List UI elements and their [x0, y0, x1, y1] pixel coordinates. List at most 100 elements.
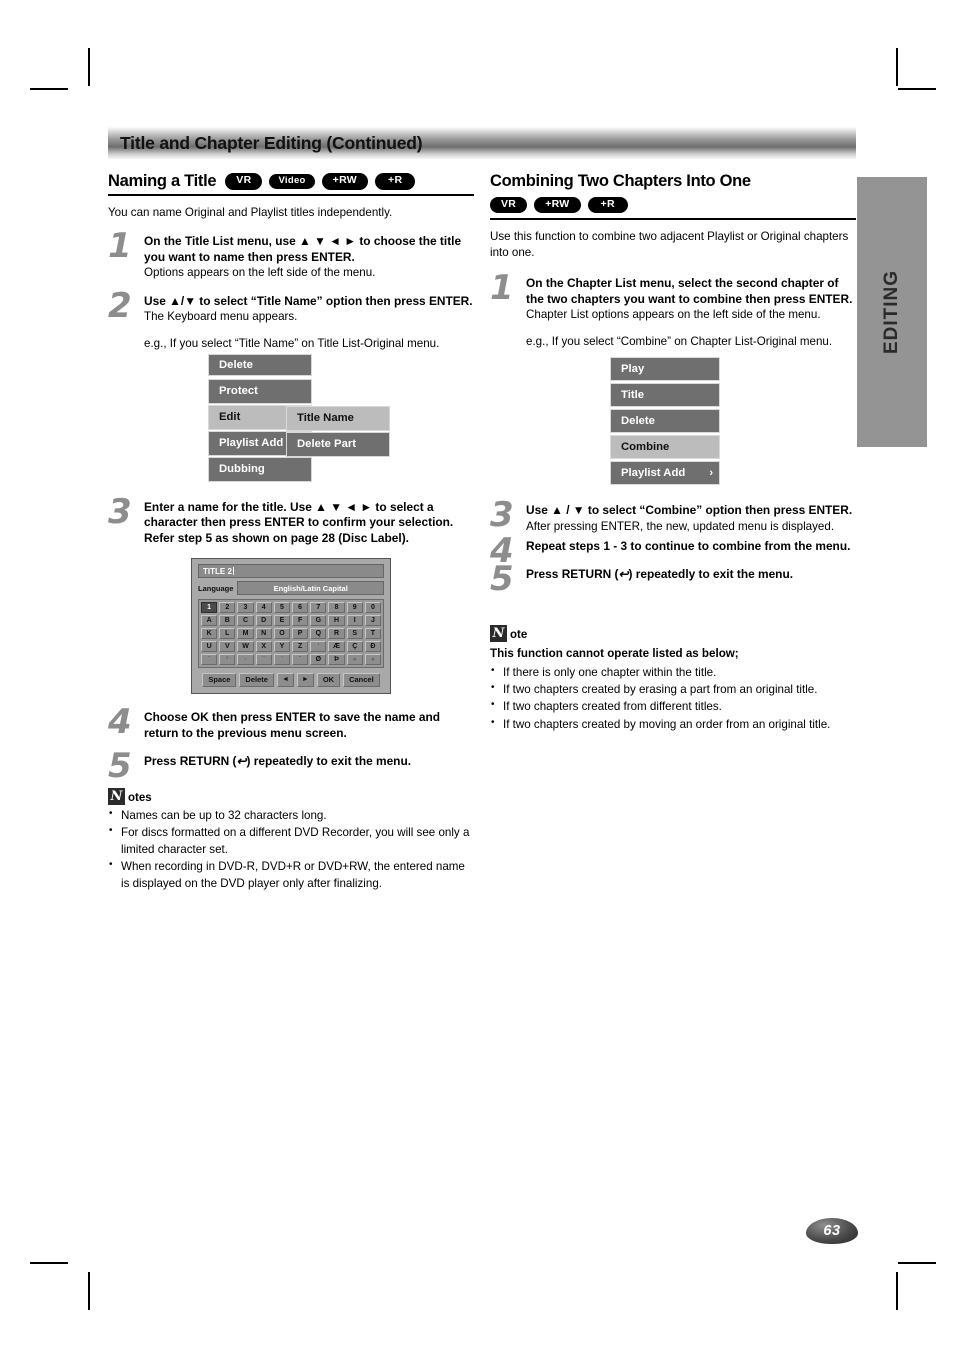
- key-e[interactable]: E: [273, 615, 291, 627]
- key-eth[interactable]: Ð: [364, 641, 382, 653]
- key-diaeresis-accent[interactable]: ¨: [273, 654, 291, 666]
- right-step-1: 1 On the Chapter List menu, select the s…: [490, 271, 856, 349]
- key-o-slash[interactable]: Ø: [310, 654, 327, 666]
- key-x[interactable]: X: [255, 641, 272, 653]
- key-caron-accent[interactable]: ˇ: [292, 654, 309, 666]
- key-guillemet-left[interactable]: «: [346, 654, 363, 666]
- note-badge-icon: N: [108, 787, 125, 805]
- text-caret-icon: [232, 566, 235, 575]
- menu-item-playlist-add-label: Playlist Add: [621, 467, 686, 480]
- crop-mark-top-right-v: [896, 48, 898, 86]
- submenu-item-delete-part[interactable]: Delete Part: [286, 431, 390, 457]
- keyboard-left-arrow-icon[interactable]: ◄: [276, 673, 294, 688]
- key-y[interactable]: Y: [273, 641, 291, 653]
- key-c[interactable]: C: [237, 615, 254, 627]
- crop-mark-top-left-v: [88, 48, 90, 86]
- menu-item-protect[interactable]: Protect: [208, 378, 312, 404]
- key-p[interactable]: P: [292, 628, 309, 640]
- submenu-item-title-name[interactable]: Title Name: [286, 405, 390, 431]
- key-3[interactable]: 3: [237, 602, 254, 614]
- key-l[interactable]: L: [219, 628, 236, 640]
- right-step-5-instruction: Press RETURN (↩) repeatedly to exit the …: [526, 567, 856, 583]
- key-t[interactable]: T: [364, 628, 382, 640]
- key-2[interactable]: 2: [219, 602, 236, 614]
- menu-item-delete[interactable]: Delete: [208, 353, 312, 376]
- menu-item-play[interactable]: Play: [610, 357, 720, 382]
- keyboard-delete-button[interactable]: Delete: [239, 673, 274, 688]
- menu-item-playlist-add[interactable]: Playlist Add ›: [610, 461, 720, 486]
- key-f[interactable]: F: [292, 615, 309, 627]
- left-notes-header: N otes: [108, 787, 474, 805]
- return-icon: ↩: [236, 754, 247, 769]
- right-step-1-detail: Chapter List options appears on the left…: [526, 308, 821, 322]
- key-thorn[interactable]: Þ: [328, 654, 345, 666]
- key-apostrophe[interactable]: ’: [310, 641, 327, 653]
- keyboard-cancel-button[interactable]: Cancel: [343, 673, 380, 688]
- key-d[interactable]: D: [255, 615, 272, 627]
- key-o[interactable]: O: [273, 628, 291, 640]
- key-guillemet-right[interactable]: »: [364, 654, 382, 666]
- keyboard-row-5: ´ ° · ¯ ¨ ˇ Ø Þ « »: [201, 654, 382, 666]
- key-h[interactable]: H: [328, 615, 345, 627]
- key-v[interactable]: V: [219, 641, 236, 653]
- right-step-5-pre: Press RETURN (: [526, 567, 619, 582]
- key-n[interactable]: N: [255, 628, 272, 640]
- keyboard-title-field[interactable]: TITLE 2: [198, 564, 384, 579]
- key-k[interactable]: K: [201, 628, 218, 640]
- key-c-cedilla[interactable]: Ç: [346, 641, 363, 653]
- keyboard-language-value[interactable]: English/Latin Capital: [237, 581, 384, 596]
- list-item: If two chapters created by erasing a par…: [490, 681, 856, 698]
- key-5[interactable]: 5: [273, 602, 291, 614]
- key-b[interactable]: B: [219, 615, 236, 627]
- key-z[interactable]: Z: [292, 641, 309, 653]
- chapter-list-options-menu-illustration: Play Title Delete Combine Playlist Add ›: [490, 357, 856, 493]
- key-g[interactable]: G: [310, 615, 327, 627]
- badge-plus-r: +R: [375, 173, 416, 190]
- keyboard-right-arrow-icon[interactable]: ►: [296, 673, 314, 688]
- key-j[interactable]: J: [364, 615, 382, 627]
- menu-item-dubbing[interactable]: Dubbing: [208, 456, 312, 482]
- key-s[interactable]: S: [346, 628, 363, 640]
- keyboard-language-label: Language: [198, 583, 234, 593]
- key-r[interactable]: R: [328, 628, 345, 640]
- key-i[interactable]: I: [346, 615, 363, 627]
- left-step-1: 1 On the Title List menu, use ▲ ▼ ◄ ► to…: [108, 229, 474, 281]
- right-step-4-instruction: Repeat steps 1 - 3 to continue to combin…: [526, 538, 851, 553]
- right-step-1-example: e.g., If you select “Combine” on Chapter…: [526, 334, 833, 348]
- key-1[interactable]: 1: [201, 602, 218, 614]
- key-a[interactable]: A: [201, 615, 218, 627]
- key-8[interactable]: 8: [328, 602, 345, 614]
- menu-item-delete[interactable]: Delete: [610, 409, 720, 434]
- key-ae[interactable]: Æ: [328, 641, 345, 653]
- crop-mark-top-left-h: [30, 88, 68, 90]
- right-step-3-detail: After pressing ENTER, the new, updated m…: [526, 520, 835, 534]
- keyboard-row-2: A B C D E F G H I J: [201, 615, 382, 627]
- key-acute-accent[interactable]: ´: [201, 654, 218, 666]
- key-6[interactable]: 6: [292, 602, 309, 614]
- keyboard-space-button[interactable]: Space: [202, 673, 237, 688]
- keyboard-language-row: Language English/Latin Capital: [198, 581, 384, 596]
- menu-item-title[interactable]: Title: [610, 383, 720, 408]
- key-u[interactable]: U: [201, 641, 218, 653]
- key-ring-accent[interactable]: °: [219, 654, 236, 666]
- key-7[interactable]: 7: [310, 602, 327, 614]
- key-dot-accent[interactable]: ·: [237, 654, 254, 666]
- badge-plus-r: +R: [587, 197, 628, 214]
- menu-item-combine[interactable]: Combine: [610, 435, 720, 460]
- right-note-subhead: This function cannot operate listed as b…: [490, 646, 739, 660]
- list-item: If two chapters created from different t…: [490, 698, 856, 715]
- keyboard-row-1: 1 2 3 4 5 6 7 8 9 0: [201, 602, 382, 614]
- key-w[interactable]: W: [237, 641, 254, 653]
- key-q[interactable]: Q: [310, 628, 327, 640]
- key-0[interactable]: 0: [364, 602, 382, 614]
- right-note-block: N ote This function cannot operate liste…: [490, 624, 856, 733]
- chevron-right-icon: ›: [709, 467, 713, 480]
- key-m[interactable]: M: [237, 628, 254, 640]
- keyboard-ok-button[interactable]: OK: [316, 673, 341, 688]
- key-9[interactable]: 9: [346, 602, 363, 614]
- right-disc-format-badges: VR +RW +R: [490, 197, 856, 214]
- crop-mark-bottom-right-h: [898, 1262, 936, 1264]
- keyboard-row-4: U V W X Y Z ’ Æ Ç Ð: [201, 641, 382, 653]
- key-macron-accent[interactable]: ¯: [255, 654, 272, 666]
- key-4[interactable]: 4: [255, 602, 272, 614]
